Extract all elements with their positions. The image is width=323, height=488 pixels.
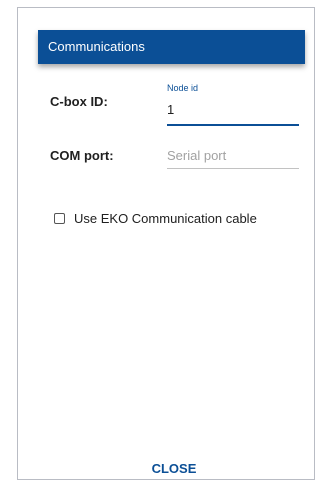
dialog-title-bar: Communications <box>38 30 305 64</box>
dialog-title: Communications <box>48 39 145 54</box>
eko-cable-checkbox-label[interactable]: Use EKO Communication cable <box>74 211 257 226</box>
serial-port-underline <box>167 168 299 169</box>
node-id-underline <box>167 124 299 126</box>
close-button[interactable]: CLOSE <box>138 454 210 482</box>
eko-cable-checkbox[interactable] <box>54 212 65 224</box>
communications-dialog: Communications C-box ID: Node id COM por… <box>17 7 315 480</box>
com-port-label: COM port: <box>50 148 114 163</box>
eko-cable-checkbox-row[interactable]: Use EKO Communication cable <box>54 209 257 227</box>
node-id-input[interactable] <box>167 98 298 120</box>
node-id-floating-label: Node id <box>167 83 199 93</box>
serial-port-input[interactable] <box>167 144 298 166</box>
cbox-id-label: C-box ID: <box>50 94 108 109</box>
